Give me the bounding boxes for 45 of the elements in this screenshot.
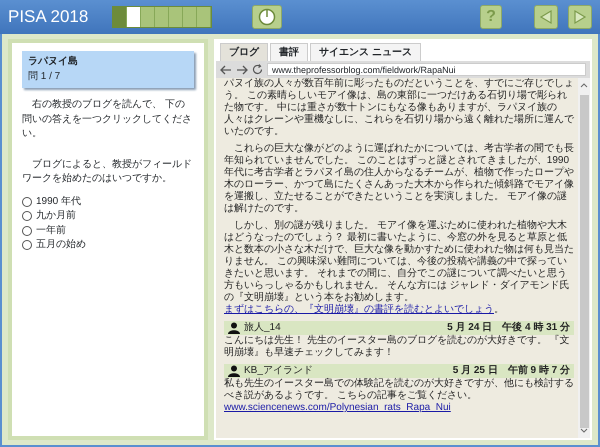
reload-icon[interactable] (252, 64, 263, 75)
comment-link[interactable]: www.sciencenews.com/Polynesian_rats_Rapa_Nui (224, 402, 574, 414)
comment-user: 旅人_14 (244, 322, 281, 334)
browser-tab[interactable]: ブログ (220, 43, 268, 61)
radio-button[interactable] (22, 196, 32, 207)
comment-date: 5 月 24 日 午後 4 時 31 分 (447, 322, 570, 334)
timer-button[interactable] (252, 5, 282, 29)
blog-paragraph: パヌイ族の人々が数百年前に彫ったものだということを、すでにご存じでしょう。 この素晴らしいモアイ像は、島の東部に一つだけある石切り場で彫られた物です。 中には重さが数十トンにもなる像もありますが、ラパヌイ族の人々はクレーンや重機なしに、これらを石切り場から遠く離れた場所に運んでいたのです。 (224, 78, 574, 138)
forward-arrow-icon (572, 9, 588, 25)
comment-user: KB_アイランド (244, 365, 313, 377)
user-silhouette-icon (228, 322, 240, 334)
back-arrow-icon (538, 9, 554, 25)
question-number: 問 1 / 7 (28, 70, 62, 84)
instruction-text: 右の教授のブログを読んで、 下の問いの答えを一つクリックしてください。 (22, 98, 193, 141)
scroll-down-icon[interactable] (580, 428, 588, 434)
forward-arrow-icon[interactable] (236, 64, 248, 74)
radio-button[interactable] (22, 240, 32, 250)
answer-option[interactable]: 九か月前 (22, 209, 194, 224)
scroll-up-icon[interactable] (580, 82, 588, 88)
comment-text: 私も先生のイースター島での体験記を読むのが大好きですが、他にも検討するべき説があるようです。 こちらの記事をご覧ください。 (224, 378, 574, 402)
app-title: PISA 2018 (8, 6, 88, 28)
blog-link[interactable]: まずはこちらの、『文明崩壊』の書評を読むとよいでしょう (224, 304, 494, 315)
question-title: ラパヌイ島 (28, 55, 79, 69)
url-field[interactable]: www.theprofessorblog.com/fieldwork/RapaNui (267, 63, 586, 76)
scrollbar[interactable] (578, 78, 590, 438)
comment-text: こんにちは先生！ 先生のイースター島のブログを読むのが大好きです。 『文明崩壊』も早速チェックしてみます！ (224, 335, 571, 359)
answer-option[interactable]: 五月の始め (22, 238, 194, 252)
answer-option[interactable]: 1990 年代 (22, 194, 194, 209)
back-arrow-icon[interactable] (220, 64, 232, 74)
browser-tab[interactable]: サイエンス ニュース (310, 43, 421, 61)
comment-date: 5 月 25 日 午前 9 時 7 分 (452, 365, 570, 377)
option-label: 五月の始め (36, 238, 86, 252)
timer-icon (258, 8, 276, 26)
scroll-thumb[interactable] (580, 95, 588, 428)
browser-tab[interactable]: 書評 (270, 43, 308, 61)
radio-button[interactable] (22, 226, 32, 236)
question-text: ブログによると、教授がフィールドワークを始めたのはいつですか。 (22, 158, 193, 186)
option-label: 1990 年代 (36, 194, 82, 208)
radio-button[interactable] (22, 211, 32, 222)
user-silhouette-icon (228, 365, 240, 377)
answer-option[interactable]: 一年前 (22, 224, 194, 238)
option-label: 一年前 (36, 224, 66, 238)
blog-paragraph: これらの巨大な像がどのように運ばれたかについては、考古学者の間でも長年知られていませんでした。 このことはずっと謎とされてきましたが、1990 年代に考古学者とラパヌイ島の住人からなるチームが、植物で作ったロープや木のローラー、かつて島にたくさんあった大木から作られた傾斜路でモアイ像を運搬し、立たせることができたということを実演しました。 モアイ像の謎は解けたのです。 (224, 143, 574, 215)
option-label: 九か月前 (36, 209, 76, 223)
blog-paragraph: しかし、別の謎が残りました。 モアイ像を運ぶために使われた植物や大木はどうなったのでしょう？ 最初に書いたように、今窓の外を見ると草原と低木と数本の小さな木だけで、巨大な像を動かすために使われた物は何も見当たりません。 この興味深い難問については、今後の投稿や講義の中で探っていきたいと思います。 それまでの間に、自分でこの謎について調べたいと思う方もいらっしゃるかもしれません。 そんな方には ジャレド・ダイアモンド氏の『文明崩壊』という本をお勧めします。 まずはこちらの、『文明崩壊』の書評を読むとよいでしょう。 (224, 220, 574, 316)
